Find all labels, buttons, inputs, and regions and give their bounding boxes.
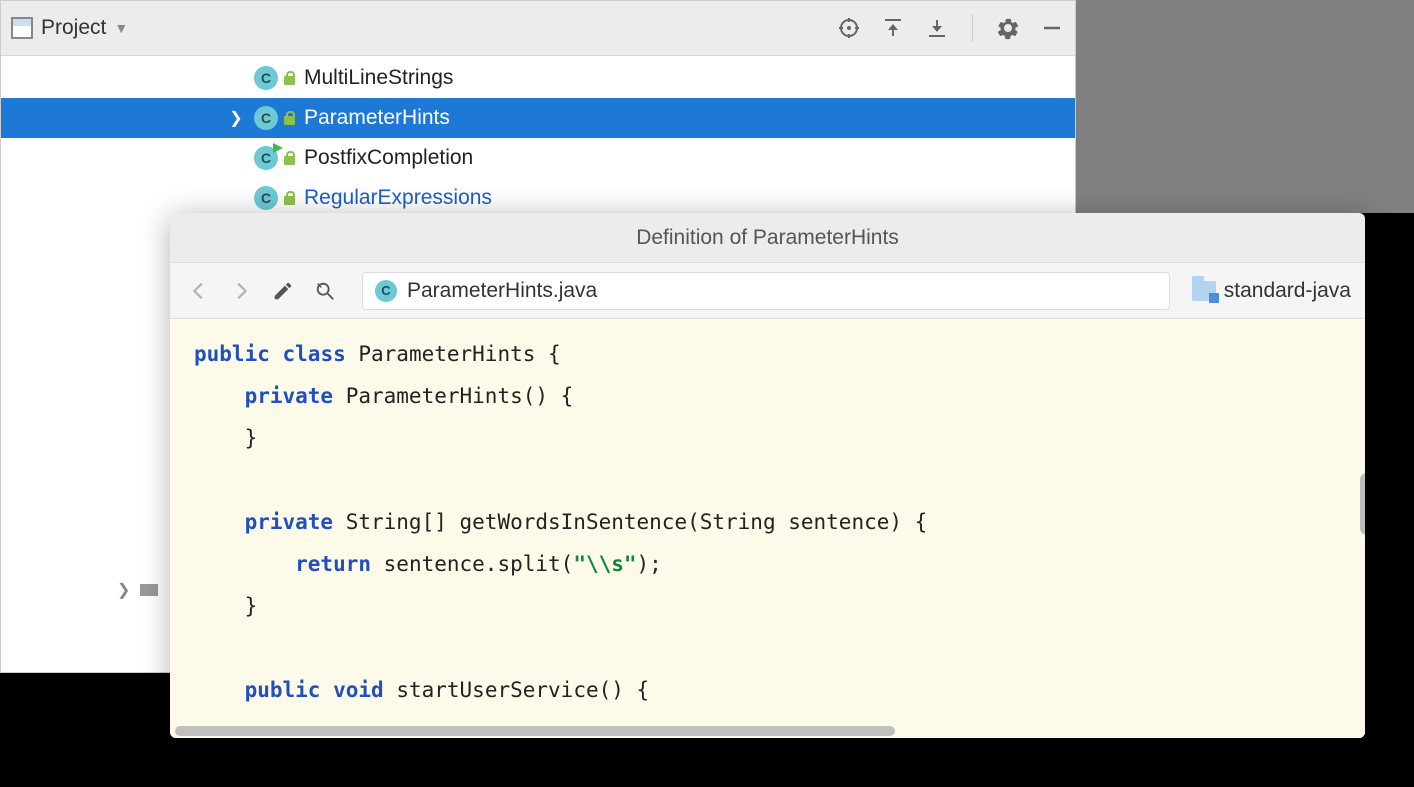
show-usages-icon[interactable]: [310, 276, 340, 306]
class-run-icon: C: [254, 146, 278, 170]
class-icon: C: [254, 66, 278, 90]
file-path-field[interactable]: C ParameterHints.java: [362, 272, 1170, 310]
definition-toolbar: C ParameterHints.java standard-java: [170, 263, 1365, 319]
code-viewer[interactable]: public class ParameterHints { private Pa…: [170, 319, 1365, 738]
back-button[interactable]: [184, 276, 214, 306]
tree-item-multilinestrings[interactable]: C MultiLineStrings: [1, 58, 1075, 98]
lock-icon: [284, 151, 296, 165]
project-tree[interactable]: C MultiLineStrings ❯ C ParameterHints C …: [1, 56, 1075, 218]
project-label: Project: [41, 16, 106, 40]
project-view-dropdown[interactable]: Project ▼: [11, 16, 128, 40]
definition-popup: Definition of ParameterHints C Parameter…: [170, 213, 1365, 738]
class-icon: C: [375, 280, 397, 302]
minimize-icon[interactable]: [1039, 15, 1065, 41]
chevron-right-icon[interactable]: ❯: [117, 580, 130, 600]
tree-label: MultiLineStrings: [304, 66, 453, 90]
chevron-right-icon[interactable]: ❯: [226, 108, 246, 128]
expand-all-icon[interactable]: [880, 15, 906, 41]
library-icon: [140, 584, 158, 596]
collapse-all-icon[interactable]: [924, 15, 950, 41]
chevron-down-icon: ▼: [114, 20, 128, 36]
tree-item-regularexpressions[interactable]: C RegularExpressions: [1, 178, 1075, 218]
project-panel-header: Project ▼: [1, 1, 1075, 56]
horizontal-scrollbar[interactable]: [175, 726, 895, 736]
definition-title: Definition of ParameterHints: [170, 213, 1365, 263]
tree-item-parameterhints[interactable]: ❯ C ParameterHints: [1, 98, 1075, 138]
vertical-scrollbar[interactable]: [1360, 473, 1365, 535]
module-label[interactable]: standard-java: [1192, 279, 1351, 303]
project-icon: [11, 17, 33, 39]
panel-toolbar: [836, 14, 1065, 42]
module-folder-icon: [1192, 281, 1216, 301]
lock-icon: [284, 111, 296, 125]
tree-item-postfixcompletion[interactable]: C PostfixCompletion: [1, 138, 1075, 178]
tree-label: RegularExpressions: [304, 186, 492, 210]
tree-label: PostfixCompletion: [304, 146, 473, 170]
class-icon: C: [254, 186, 278, 210]
divider: [972, 14, 973, 42]
edit-source-icon[interactable]: [268, 276, 298, 306]
tree-label: ParameterHints: [304, 106, 450, 130]
lock-icon: [284, 191, 296, 205]
class-icon: C: [254, 106, 278, 130]
forward-button[interactable]: [226, 276, 256, 306]
lock-icon: [284, 71, 296, 85]
module-name: standard-java: [1224, 279, 1351, 303]
file-name: ParameterHints.java: [407, 279, 597, 303]
gear-icon[interactable]: [995, 15, 1021, 41]
locate-icon[interactable]: [836, 15, 862, 41]
editor-gutter: [1076, 0, 1414, 213]
